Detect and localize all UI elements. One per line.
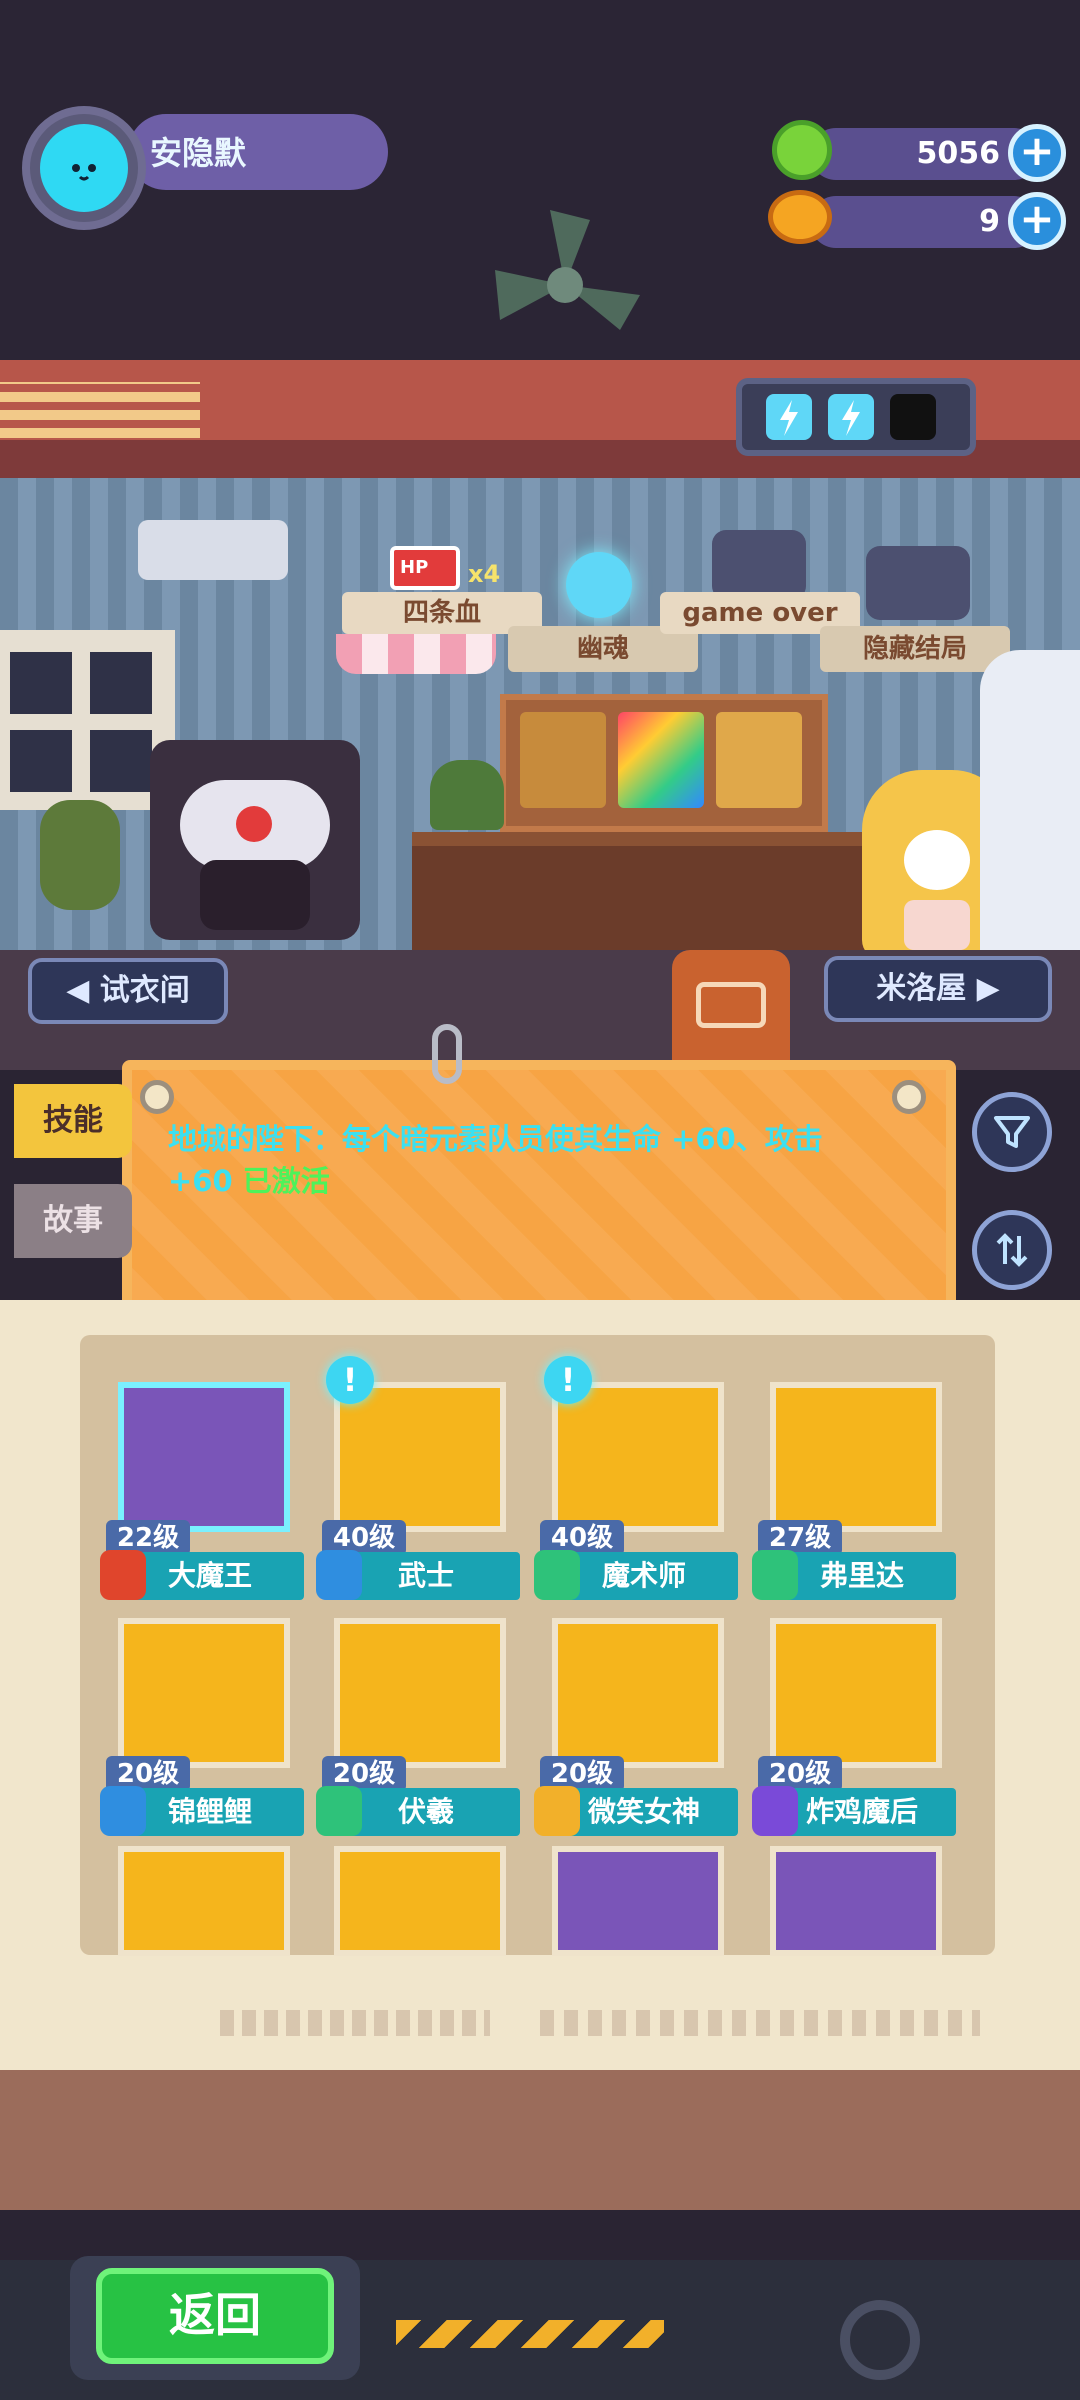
sort-arrows-icon — [996, 1233, 1028, 1267]
skill-status: 已激活 — [242, 1164, 330, 1198]
flower-plant-icon — [40, 800, 120, 910]
pin-icon — [140, 1080, 174, 1114]
wardrobe-sign-icon — [672, 950, 790, 1060]
portrait — [770, 1618, 942, 1768]
portrait — [552, 1618, 724, 1768]
skill-description: 地城的陛下：每个暗元素队员使其生命 +60、攻击 +60 已激活 — [168, 1118, 888, 1202]
book-base — [0, 2070, 1080, 2210]
fitting-room-button[interactable]: ◀ 试衣间 — [28, 958, 228, 1024]
lightning-icon — [766, 394, 936, 440]
element-badge-icon — [316, 1786, 362, 1836]
filter-icon — [994, 1116, 1030, 1148]
photo-2 — [618, 712, 704, 808]
tab-story[interactable]: 故事 — [14, 1184, 132, 1258]
alert-icon: ! — [544, 1356, 592, 1404]
add-coin-button[interactable]: + — [1008, 124, 1066, 182]
demon-king-character[interactable] — [150, 740, 360, 940]
hp-count: x4 — [468, 560, 501, 588]
hidden-ending-tv-icon — [866, 546, 970, 620]
player-name: 安隐默 — [150, 134, 247, 172]
portrait — [118, 1382, 290, 1532]
character-card-11[interactable] — [552, 1846, 724, 1956]
element-badge-icon — [752, 1786, 798, 1836]
achievement-hidden-ending[interactable]: 隐藏结局 — [820, 626, 1010, 672]
filter-button[interactable] — [972, 1092, 1052, 1172]
pin-icon — [892, 1080, 926, 1114]
character-card-12[interactable] — [770, 1846, 942, 1956]
portrait — [770, 1382, 942, 1532]
gem-count: 9 — [979, 204, 1000, 239]
character-card-7[interactable]: 20级 微笑女神 — [534, 1608, 738, 1836]
element-badge-icon — [534, 1550, 580, 1600]
photo-1 — [520, 712, 606, 808]
character-card-2[interactable]: 40级 武士 — [316, 1372, 520, 1600]
character-card-8[interactable]: 20级 炸鸡魔后 — [752, 1608, 956, 1836]
plant-icon — [430, 760, 504, 830]
portrait — [334, 1382, 506, 1532]
cat-face-icon — [72, 164, 96, 181]
coin-count: 5056 — [916, 136, 1001, 171]
photo-frame — [500, 694, 828, 832]
add-gem-button[interactable]: + — [1008, 192, 1066, 250]
element-badge-icon — [100, 1786, 146, 1836]
fan-icon — [495, 210, 640, 330]
hp-battery-icon: HP — [390, 546, 460, 590]
triangle-right-icon: ▶ — [966, 971, 1000, 1006]
sort-button[interactable] — [972, 1210, 1052, 1290]
sailor-outfit-mannequin — [980, 650, 1080, 950]
window — [0, 630, 175, 810]
faded-page-text — [540, 2010, 980, 2036]
portrait — [552, 1382, 724, 1532]
character-card-6[interactable]: 20级 伏羲 — [316, 1608, 520, 1836]
character-card-4[interactable]: 27级 弗里达 — [752, 1372, 956, 1600]
portrait — [334, 1618, 506, 1768]
desk — [412, 832, 872, 966]
character-card-3[interactable]: 40级 魔术师 — [534, 1372, 738, 1600]
paperclip-icon — [432, 1024, 462, 1084]
element-badge-icon — [100, 1550, 146, 1600]
tab-skills[interactable]: 技能 — [14, 1084, 132, 1158]
tombstone-tv-icon — [712, 530, 806, 600]
triangle-left-icon: ◀ — [66, 973, 100, 1008]
milo-house-button[interactable]: 米洛屋 ▶ — [824, 956, 1052, 1022]
portrait — [118, 1618, 290, 1768]
element-badge-icon — [752, 1550, 798, 1600]
gear-decoration-icon — [840, 2300, 920, 2380]
alert-icon: ! — [326, 1356, 374, 1404]
donut-coin-icon — [772, 120, 832, 180]
element-badge-icon — [316, 1550, 362, 1600]
character-card-1[interactable]: 22级 大魔王 — [100, 1372, 304, 1600]
character-card-5[interactable]: 20级 锦鲤鲤 — [100, 1608, 304, 1836]
character-card-9[interactable] — [118, 1846, 290, 1956]
hazard-stripe — [396, 2320, 664, 2348]
projector-icon — [138, 520, 288, 580]
vent — [0, 382, 200, 438]
back-button[interactable]: 返回 — [96, 2268, 334, 2364]
planet-gem-icon — [768, 190, 832, 244]
photo-3 — [716, 712, 802, 808]
awning — [336, 634, 496, 674]
element-badge-icon — [534, 1786, 580, 1836]
ghost-skull-icon — [566, 552, 632, 618]
faded-page-text — [220, 2010, 490, 2036]
character-card-10[interactable] — [334, 1846, 506, 1956]
